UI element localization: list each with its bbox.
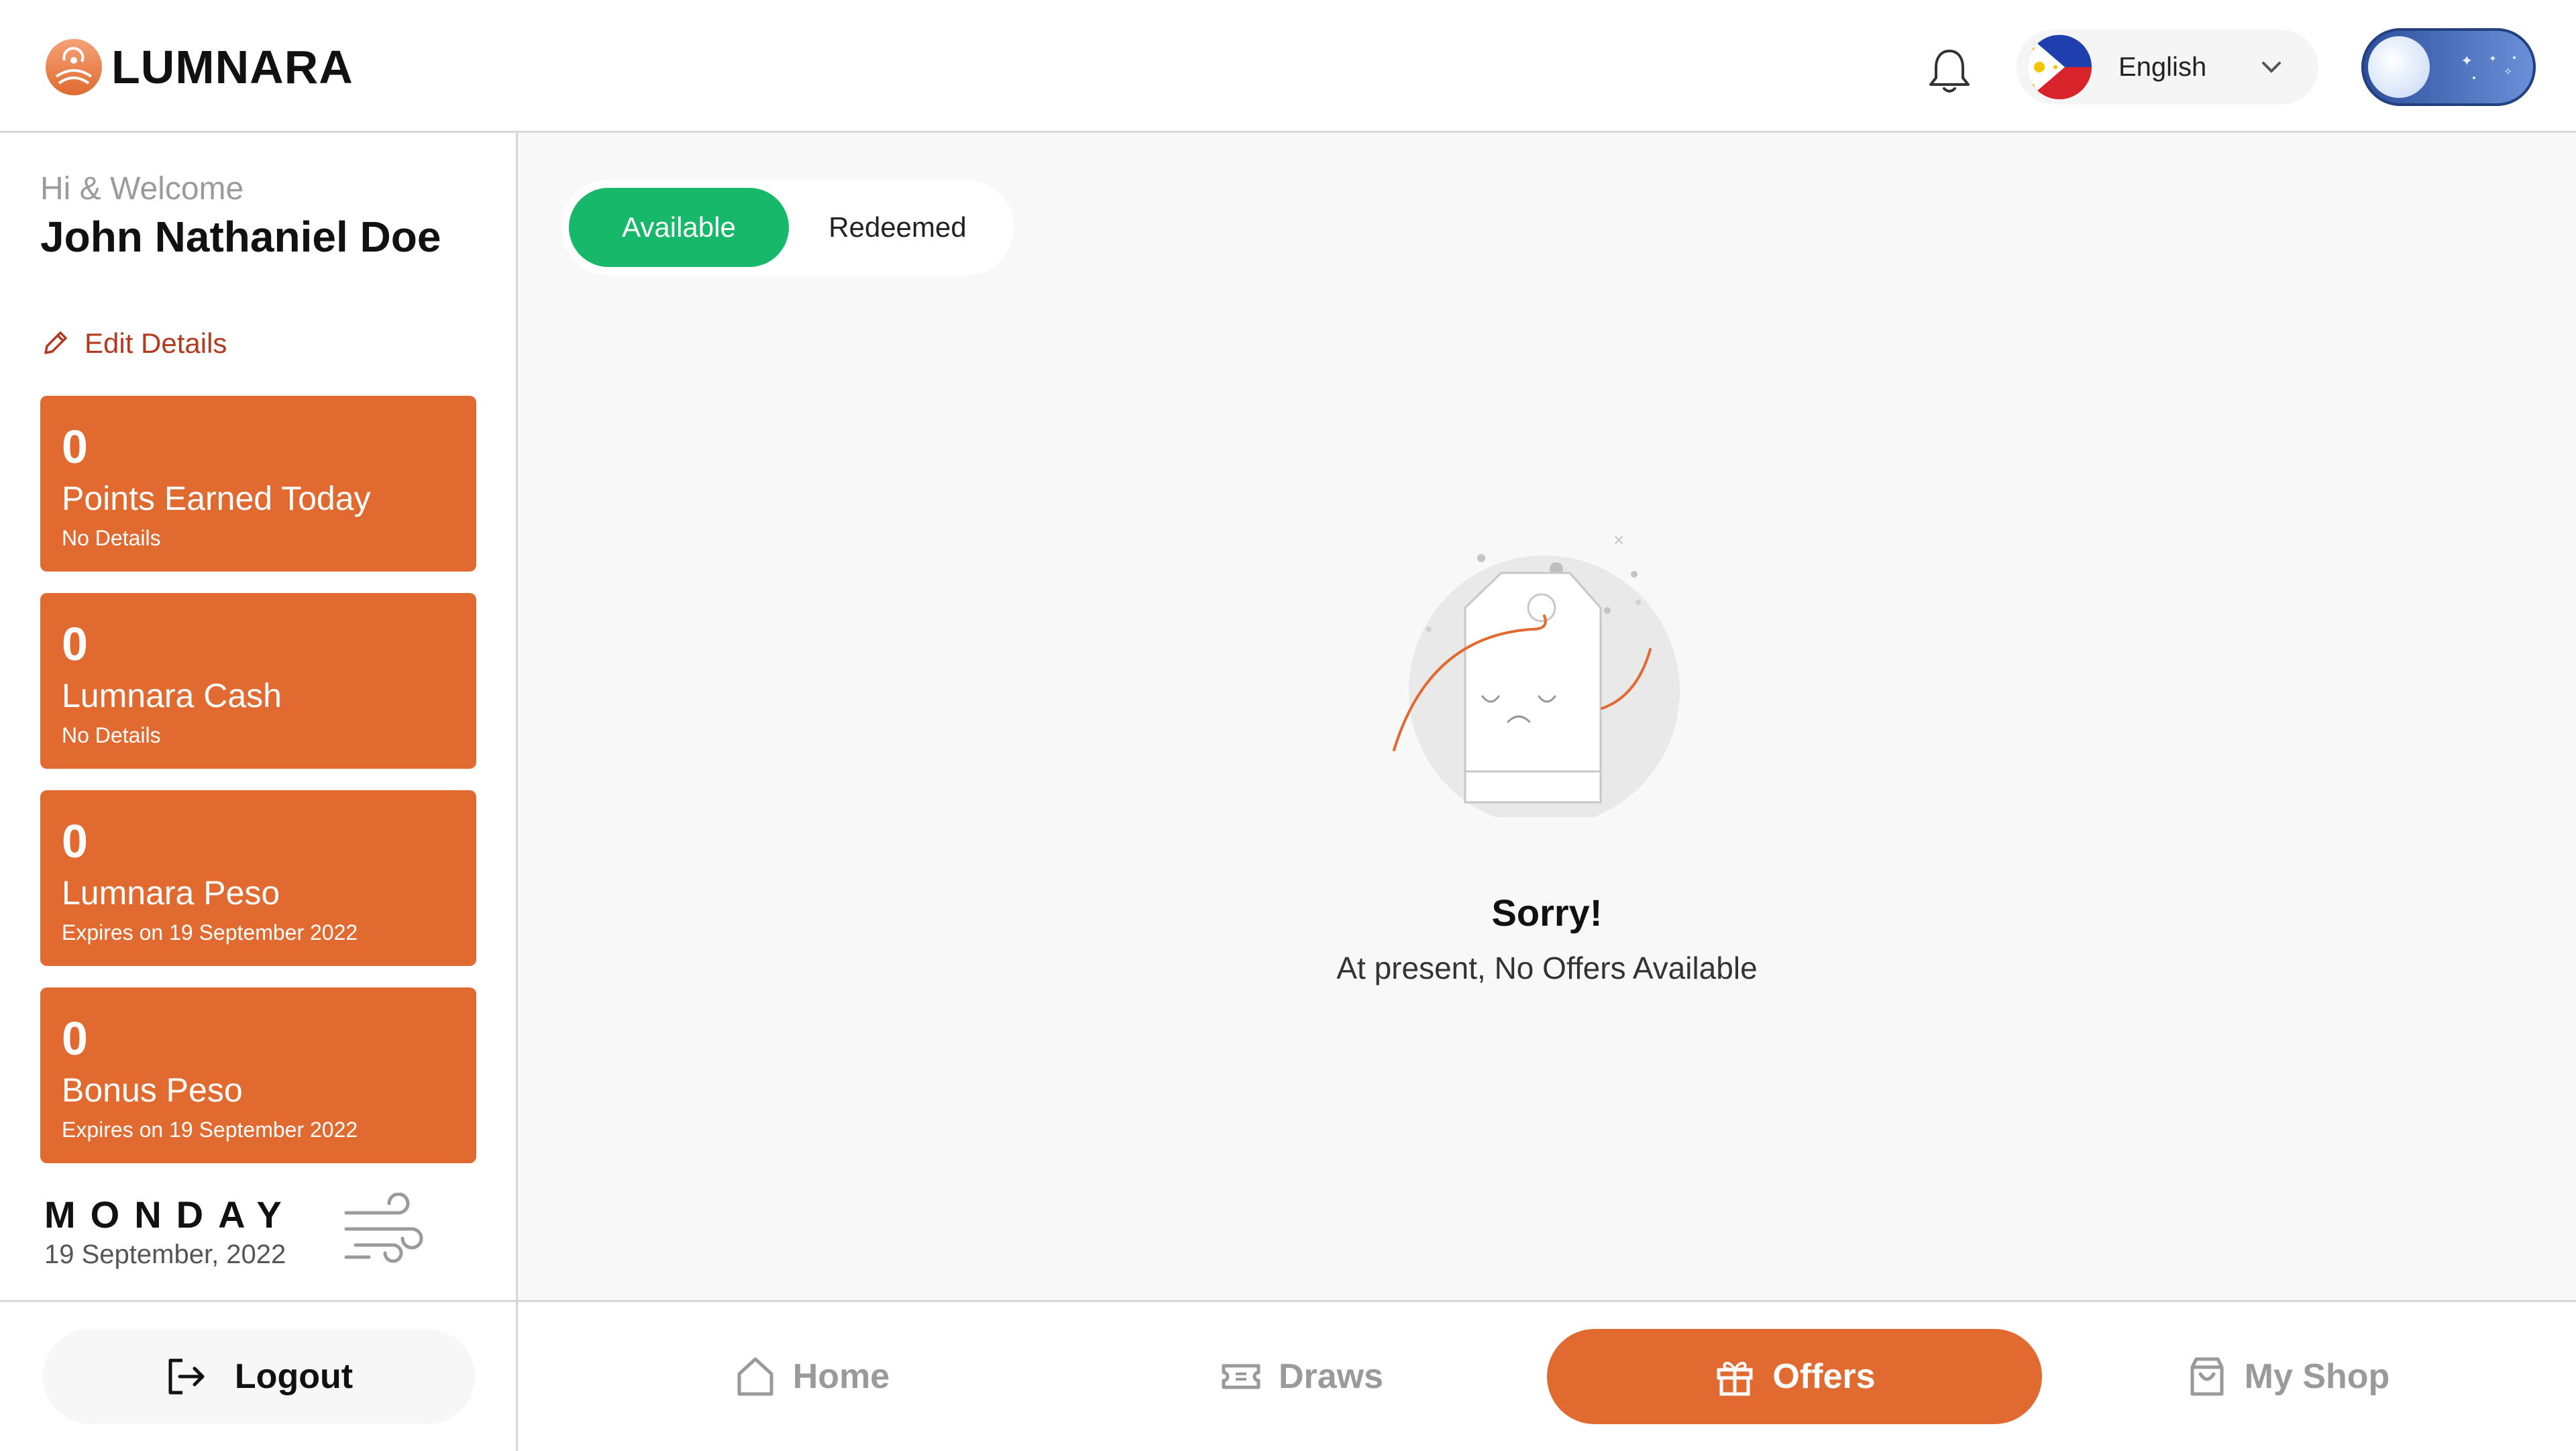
bonus-peso-card[interactable]: 0 Bonus Peso Expires on 19 September 202… xyxy=(40,987,476,1163)
pencil-icon xyxy=(44,331,67,354)
logout-button[interactable]: Logout xyxy=(43,1329,475,1424)
philippines-flag-icon xyxy=(2027,35,2092,99)
language-label: English xyxy=(2118,52,2207,82)
lumnara-logo-icon xyxy=(46,39,102,95)
edit-details-link[interactable]: Edit Details xyxy=(40,327,227,360)
empty-state-message: At present, No Offers Available xyxy=(1336,951,1758,985)
stars-icon: ✦ ✦ ✧ xyxy=(2461,53,2516,79)
bell-icon[interactable] xyxy=(1923,44,1976,98)
greeting-text: Hi & Welcome xyxy=(40,171,244,207)
svg-text:×: × xyxy=(1613,532,1625,549)
home-icon xyxy=(737,1357,773,1396)
profile-sidebar: Hi & Welcome John Nathaniel Doe Edit Det… xyxy=(0,133,518,1300)
card-value: 0 xyxy=(62,618,88,670)
weekday-label: MONDAY xyxy=(44,1193,297,1236)
divider xyxy=(516,1302,518,1451)
lumnara-cash-card[interactable]: 0 Lumnara Cash No Details xyxy=(40,593,476,769)
language-selector[interactable]: English xyxy=(2017,30,2318,105)
card-value: 0 xyxy=(62,1012,88,1065)
nav-home[interactable]: Home xyxy=(711,1329,912,1424)
nav-offers[interactable]: Offers xyxy=(1547,1329,2042,1424)
empty-offers-illustration: × × xyxy=(1393,532,1680,817)
points-earned-card[interactable]: 0 Points Earned Today No Details xyxy=(40,396,476,572)
moon-icon xyxy=(2368,36,2430,98)
logout-label: Logout xyxy=(234,1357,354,1396)
card-label: Lumnara Cash xyxy=(62,677,282,714)
nav-my-shop[interactable]: My Shop xyxy=(2180,1329,2395,1424)
lumnara-peso-card[interactable]: 0 Lumnara Peso Expires on 19 September 2… xyxy=(40,790,476,966)
bottom-navigation: Logout Home Draws Offers My Shop xyxy=(0,1300,2576,1451)
nav-home-label: Home xyxy=(792,1357,890,1396)
nav-offers-label: Offers xyxy=(1772,1357,1876,1396)
card-subtext: Expires on 19 September 2022 xyxy=(62,920,358,945)
top-header: LUMNARA English ✦ ✦ ✧ xyxy=(0,0,2576,133)
svg-text:✧: ✧ xyxy=(2504,65,2512,78)
offers-content: Available Redeemed × × Sorry! At present… xyxy=(518,133,2576,1300)
wind-weather-icon xyxy=(344,1193,423,1263)
nav-draws-label: Draws xyxy=(1278,1357,1384,1396)
tab-available[interactable]: Available xyxy=(569,188,789,267)
edit-details-label: Edit Details xyxy=(85,327,227,359)
card-subtext: Expires on 19 September 2022 xyxy=(62,1118,358,1142)
card-subtext: No Details xyxy=(62,526,161,550)
theme-toggle[interactable]: ✦ ✦ ✧ xyxy=(2361,28,2536,106)
offers-tabs: Available Redeemed xyxy=(561,180,1014,275)
logout-icon xyxy=(168,1358,205,1395)
card-subtext: No Details xyxy=(62,723,161,747)
gift-icon xyxy=(1717,1362,1753,1396)
card-value: 0 xyxy=(62,421,88,473)
tab-redeemed[interactable]: Redeemed xyxy=(789,188,1006,267)
svg-text:✦: ✦ xyxy=(2489,54,2497,64)
shopping-bag-icon xyxy=(2190,1357,2224,1396)
nav-my-shop-label: My Shop xyxy=(2244,1357,2390,1396)
user-name: John Nathaniel Doe xyxy=(40,213,441,261)
card-label: Lumnara Peso xyxy=(62,874,280,912)
svg-text:✦: ✦ xyxy=(2461,53,2473,70)
card-label: Bonus Peso xyxy=(62,1071,243,1109)
ticket-icon xyxy=(1222,1364,1260,1389)
empty-state-title: Sorry! xyxy=(1491,892,1603,934)
nav-draws[interactable]: Draws xyxy=(1208,1329,1395,1424)
chevron-down-icon xyxy=(2262,62,2281,73)
date-label: 19 September, 2022 xyxy=(44,1240,286,1269)
brand-name: LUMNARA xyxy=(111,41,354,93)
card-label: Points Earned Today xyxy=(62,480,371,517)
card-value: 0 xyxy=(62,815,88,867)
brand-logo[interactable]: LUMNARA xyxy=(44,36,354,98)
